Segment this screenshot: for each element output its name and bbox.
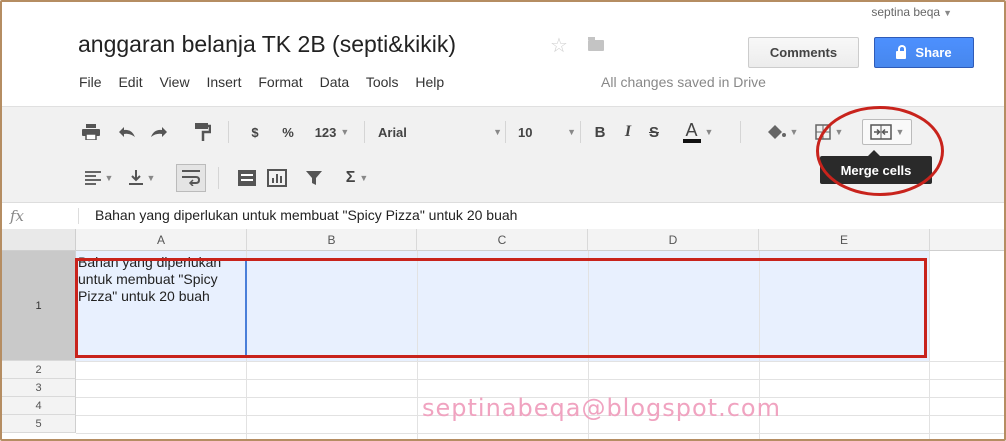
vertical-align-dropdown[interactable]: ▼ — [122, 167, 162, 189]
menu-help[interactable]: Help — [415, 74, 444, 90]
insert-chart-button[interactable] — [265, 167, 289, 189]
chart-icon — [267, 169, 287, 187]
sheet-grid: A B C D E 1 2 3 4 5 Bahan yang diperluka… — [2, 229, 1004, 439]
menu-bar: File Edit View Insert Format Data Tools … — [79, 74, 457, 90]
chevron-down-icon: ▼ — [359, 173, 369, 183]
strikethrough-button[interactable]: S — [644, 121, 664, 143]
align-left-icon — [84, 171, 101, 185]
functions-dropdown[interactable]: Σ ▼ — [340, 167, 374, 189]
chevron-down-icon: ▼ — [704, 127, 714, 137]
column-gridline — [929, 251, 930, 439]
font-family-dropdown[interactable]: Arial ▼ — [372, 121, 502, 143]
wrap-text-icon — [182, 170, 200, 186]
document-title[interactable]: anggaran belanja TK 2B (septi&kikik) — [78, 31, 456, 58]
menu-tools[interactable]: Tools — [366, 74, 399, 90]
fill-color-dropdown[interactable]: ▼ — [760, 121, 804, 143]
folder-icon[interactable] — [588, 37, 604, 51]
star-icon[interactable]: ☆ — [550, 33, 568, 58]
comment-icon — [238, 170, 256, 186]
font-size-dropdown[interactable]: 10 ▼ — [512, 121, 576, 143]
paint-bucket-icon — [767, 125, 786, 139]
redo-icon[interactable] — [148, 121, 170, 143]
row-header-5[interactable]: 5 — [2, 415, 76, 433]
row-header-3[interactable]: 3 — [2, 379, 76, 397]
toolbar-separator — [364, 121, 365, 143]
chevron-down-icon: ▼ — [104, 173, 114, 183]
fx-icon: fx — [10, 207, 25, 225]
filter-icon — [306, 171, 322, 185]
row-gridline — [76, 433, 1004, 434]
paint-format-icon[interactable] — [192, 120, 214, 144]
chevron-down-icon: ▼ — [943, 8, 952, 18]
column-header-a[interactable]: A — [76, 229, 247, 251]
menu-insert[interactable]: Insert — [206, 74, 241, 90]
lock-icon — [896, 44, 907, 59]
toolbar-separator — [580, 121, 581, 143]
sigma-icon: Σ — [345, 169, 356, 186]
save-status: All changes saved in Drive — [601, 74, 766, 90]
horizontal-align-dropdown[interactable]: ▼ — [80, 167, 118, 189]
row-gridline — [76, 361, 1004, 362]
bold-button[interactable]: B — [590, 121, 610, 143]
share-button[interactable]: Share — [874, 37, 974, 68]
menu-format[interactable]: Format — [258, 74, 302, 90]
menu-edit[interactable]: Edit — [118, 74, 142, 90]
toolbar-separator — [218, 167, 219, 189]
wrap-text-button[interactable] — [176, 164, 206, 192]
column-header-e[interactable]: E — [759, 229, 930, 251]
formula-input[interactable]: Bahan yang diperlukan untuk membuat "Spi… — [95, 207, 517, 223]
row-header-2[interactable]: 2 — [2, 361, 76, 379]
column-header-f[interactable] — [930, 229, 1004, 251]
menu-data[interactable]: Data — [320, 74, 350, 90]
chevron-down-icon: ▼ — [146, 173, 156, 183]
menu-view[interactable]: View — [159, 74, 189, 90]
insert-comment-button[interactable] — [236, 167, 258, 189]
format-percent-button[interactable]: % — [278, 121, 298, 143]
chevron-down-icon: ▼ — [567, 127, 576, 137]
chevron-down-icon: ▼ — [340, 127, 350, 137]
chevron-down-icon: ▼ — [789, 127, 799, 137]
highlight-ellipse — [816, 106, 944, 196]
comments-button[interactable]: Comments — [748, 37, 859, 68]
user-account[interactable]: septina beqa ▼ — [871, 5, 952, 19]
formula-separator — [78, 208, 79, 224]
column-header-d[interactable]: D — [588, 229, 759, 251]
row-header-1[interactable]: 1 — [2, 251, 76, 361]
column-header-c[interactable]: C — [417, 229, 588, 251]
formula-bar: fx Bahan yang diperlukan untuk membuat "… — [2, 202, 1004, 230]
text-color-dropdown[interactable]: A ▼ — [672, 118, 724, 146]
undo-icon[interactable] — [116, 121, 138, 143]
watermark: septinabeqa@blogspot.com — [422, 394, 781, 422]
filter-button[interactable] — [304, 167, 324, 189]
toolbar-separator — [228, 121, 229, 143]
format-currency-button[interactable]: $ — [245, 121, 265, 143]
italic-button[interactable]: I — [618, 121, 638, 143]
toolbar-separator — [505, 121, 506, 143]
column-header-b[interactable]: B — [247, 229, 417, 251]
row-gridline — [76, 379, 1004, 380]
more-formats-dropdown[interactable]: 123 ▼ — [306, 121, 358, 143]
chevron-down-icon: ▼ — [493, 127, 502, 137]
select-all-corner[interactable] — [2, 229, 76, 251]
toolbar-separator — [740, 121, 741, 143]
spreadsheet-window: septina beqa ▼ anggaran belanja TK 2B (se… — [0, 0, 1006, 441]
menu-file[interactable]: File — [79, 74, 102, 90]
text-color-icon: A — [682, 121, 701, 143]
align-bottom-icon — [128, 170, 143, 185]
print-icon[interactable] — [80, 121, 102, 143]
row-header-4[interactable]: 4 — [2, 397, 76, 415]
highlight-rectangle — [75, 258, 927, 358]
